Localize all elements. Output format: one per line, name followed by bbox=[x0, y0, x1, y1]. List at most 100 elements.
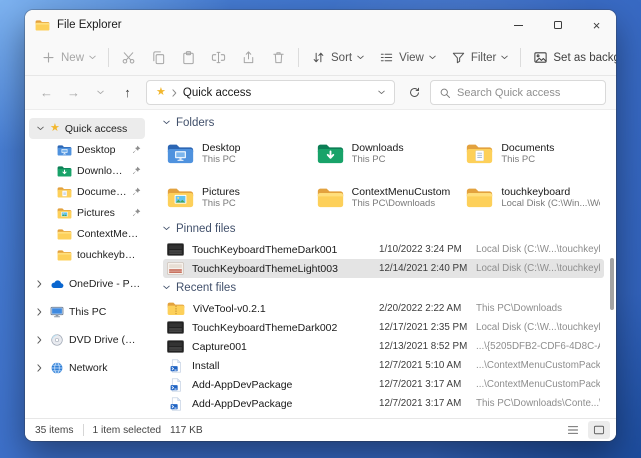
downloads-folder-icon bbox=[317, 142, 344, 164]
sidebar-item-label: Network bbox=[69, 362, 108, 374]
onedrive-cloud-icon bbox=[50, 278, 64, 290]
sidebar-item-this-pc[interactable]: This PC bbox=[29, 298, 145, 326]
copy-button[interactable] bbox=[144, 44, 173, 72]
toolbar-separator bbox=[108, 48, 109, 67]
file-location-cell: This PC\Downloads bbox=[476, 303, 600, 314]
status-bar: 35 items 1 item selected 117 KB bbox=[25, 418, 616, 441]
back-button[interactable]: ← bbox=[35, 81, 58, 105]
sidebar-item-label: ContextMenuCust bbox=[77, 228, 141, 240]
expander-icon[interactable] bbox=[37, 308, 45, 316]
refresh-icon bbox=[408, 86, 421, 99]
filter-label: Filter bbox=[471, 52, 497, 64]
file-name-cell: Install bbox=[167, 359, 379, 373]
file-row-touchkeyboardthemedark002[interactable]: TouchKeyboardThemeDark002 12/17/2021 2:3… bbox=[163, 318, 604, 337]
sidebar-item-desktop[interactable]: Desktop bbox=[29, 139, 145, 160]
folder-tile-contextmenucustompac[interactable]: ContextMenuCustomPac...This PC\Downloads bbox=[313, 178, 455, 216]
command-bar: New Sort View Filter bbox=[25, 40, 616, 76]
file-row-touchkeyboardthemelight003-selected[interactable]: TouchKeyboardThemeLight003 12/14/2021 2:… bbox=[163, 259, 604, 278]
new-button[interactable]: New bbox=[34, 44, 103, 72]
sidebar-item-onedrive[interactable]: OneDrive - Personal bbox=[29, 270, 145, 298]
selection-size: 117 KB bbox=[170, 425, 203, 436]
file-row-add-appdevpackage-2[interactable]: Add-AppDevPackage 12/7/2021 3:17 AM This… bbox=[163, 394, 604, 413]
expander-icon[interactable] bbox=[37, 364, 45, 372]
file-row-add-appdevpackage-1[interactable]: Add-AppDevPackage 12/7/2021 3:17 AM ...\… bbox=[163, 375, 604, 394]
file-row-vivetool[interactable]: ViVeTool-v0.2.1 2/20/2022 2:22 AM This P… bbox=[163, 299, 604, 318]
share-button[interactable] bbox=[234, 44, 263, 72]
folders-grid: DesktopThis PC DownloadsThis PC Document… bbox=[163, 134, 604, 216]
chevron-down-icon bbox=[163, 226, 170, 231]
section-header-recent-files[interactable]: Recent files bbox=[163, 281, 604, 294]
sidebar-item-label: Pictures bbox=[77, 207, 115, 219]
expander-icon[interactable] bbox=[37, 336, 45, 344]
set-as-background-label: Set as background bbox=[553, 52, 616, 64]
section-header-pinned-files[interactable]: Pinned files bbox=[163, 222, 604, 235]
sidebar-item-label: Desktop bbox=[77, 144, 116, 156]
sidebar-item-quick-access[interactable]: ★ Quick access bbox=[29, 118, 145, 139]
up-button[interactable]: ↑ bbox=[116, 81, 139, 105]
tile-location: This PC\Downloads bbox=[352, 198, 451, 209]
file-date-cell: 2/20/2022 2:22 AM bbox=[379, 303, 476, 314]
section-label: Recent files bbox=[176, 282, 236, 294]
quick-access-star-icon: ★ bbox=[156, 87, 166, 98]
sort-button[interactable]: Sort bbox=[304, 44, 371, 72]
file-name-cell: Capture001 bbox=[167, 340, 379, 353]
cut-button[interactable] bbox=[114, 44, 143, 72]
search-box[interactable] bbox=[430, 80, 606, 105]
sidebar-item-label: OneDrive - Personal bbox=[69, 278, 141, 290]
delete-button[interactable] bbox=[264, 44, 293, 72]
tile-location: This PC bbox=[352, 154, 404, 165]
folder-tile-documents[interactable]: DocumentsThis PC bbox=[462, 134, 604, 172]
file-row-install[interactable]: Install 12/7/2021 5:10 AM ...\ContextMen… bbox=[163, 356, 604, 375]
search-input[interactable] bbox=[457, 87, 597, 99]
selection-count: 1 item selected bbox=[93, 425, 162, 436]
script-file-icon bbox=[170, 397, 182, 411]
folder-tile-pictures[interactable]: PicturesThis PC bbox=[163, 178, 305, 216]
recent-locations-button[interactable] bbox=[89, 81, 112, 105]
folder-tile-downloads[interactable]: DownloadsThis PC bbox=[313, 134, 455, 172]
sidebar-item-touchkeyboard[interactable]: touchkeyboard bbox=[29, 244, 145, 265]
scrollbar-thumb[interactable] bbox=[610, 258, 614, 310]
sidebar-item-network[interactable]: Network bbox=[29, 354, 145, 382]
large-icons-view-button[interactable] bbox=[588, 421, 610, 439]
folder-tile-touchkeyboard[interactable]: touchkeyboardLocal Disk (C:\Win...\Web bbox=[462, 178, 604, 216]
window-title: File Explorer bbox=[57, 19, 122, 31]
image-file-light-icon bbox=[167, 262, 184, 275]
folder-tile-desktop[interactable]: DesktopThis PC bbox=[163, 134, 305, 172]
refresh-button[interactable] bbox=[402, 81, 426, 105]
tile-name: Documents bbox=[501, 142, 554, 154]
set-as-background-button[interactable]: Set as background bbox=[526, 44, 616, 72]
expander-icon[interactable] bbox=[37, 126, 45, 131]
section-header-folders[interactable]: Folders bbox=[163, 116, 604, 129]
sidebar-item-downloads[interactable]: Downloads bbox=[29, 160, 145, 181]
rename-icon bbox=[211, 50, 226, 65]
view-button[interactable]: View bbox=[372, 44, 443, 72]
paste-button[interactable] bbox=[174, 44, 203, 72]
sidebar-item-documents[interactable]: Documents bbox=[29, 181, 145, 202]
section-label: Folders bbox=[176, 117, 214, 129]
minimize-button[interactable] bbox=[499, 10, 538, 40]
sidebar-item-contextmenucust[interactable]: ContextMenuCust bbox=[29, 223, 145, 244]
maximize-button[interactable] bbox=[538, 10, 577, 40]
details-view-button[interactable] bbox=[562, 421, 584, 439]
file-name-cell: TouchKeyboardThemeDark001 bbox=[167, 243, 379, 256]
folder-icon bbox=[57, 249, 72, 261]
sidebar-item-dvd-drive[interactable]: DVD Drive (D:) CCCO bbox=[29, 326, 145, 354]
expander-icon[interactable] bbox=[37, 280, 45, 288]
breadcrumb[interactable]: Quick access bbox=[183, 87, 251, 99]
file-row-touchkeyboardthemedark001[interactable]: TouchKeyboardThemeDark001 1/10/2022 3:24… bbox=[163, 240, 604, 259]
chevron-right-icon bbox=[37, 308, 42, 316]
copy-icon bbox=[151, 50, 166, 65]
sidebar-item-pictures[interactable]: Pictures bbox=[29, 202, 145, 223]
file-name-cell: ViVeTool-v0.2.1 bbox=[167, 301, 379, 316]
address-dropdown-icon[interactable] bbox=[378, 90, 385, 95]
forward-button[interactable]: → bbox=[62, 81, 85, 105]
rename-button[interactable] bbox=[204, 44, 233, 72]
close-button[interactable]: × bbox=[577, 10, 616, 40]
tile-name: Desktop bbox=[202, 142, 241, 154]
large-icons-view-icon bbox=[593, 425, 605, 435]
file-list-pane: Folders DesktopThis PC DownloadsThis PC … bbox=[149, 110, 616, 418]
address-box[interactable]: ★ Quick access bbox=[146, 80, 395, 105]
view-toggles bbox=[562, 421, 610, 439]
file-row-capture001[interactable]: Capture001 12/13/2021 8:52 PM ...\{5205D… bbox=[163, 337, 604, 356]
filter-button[interactable]: Filter bbox=[444, 44, 516, 72]
